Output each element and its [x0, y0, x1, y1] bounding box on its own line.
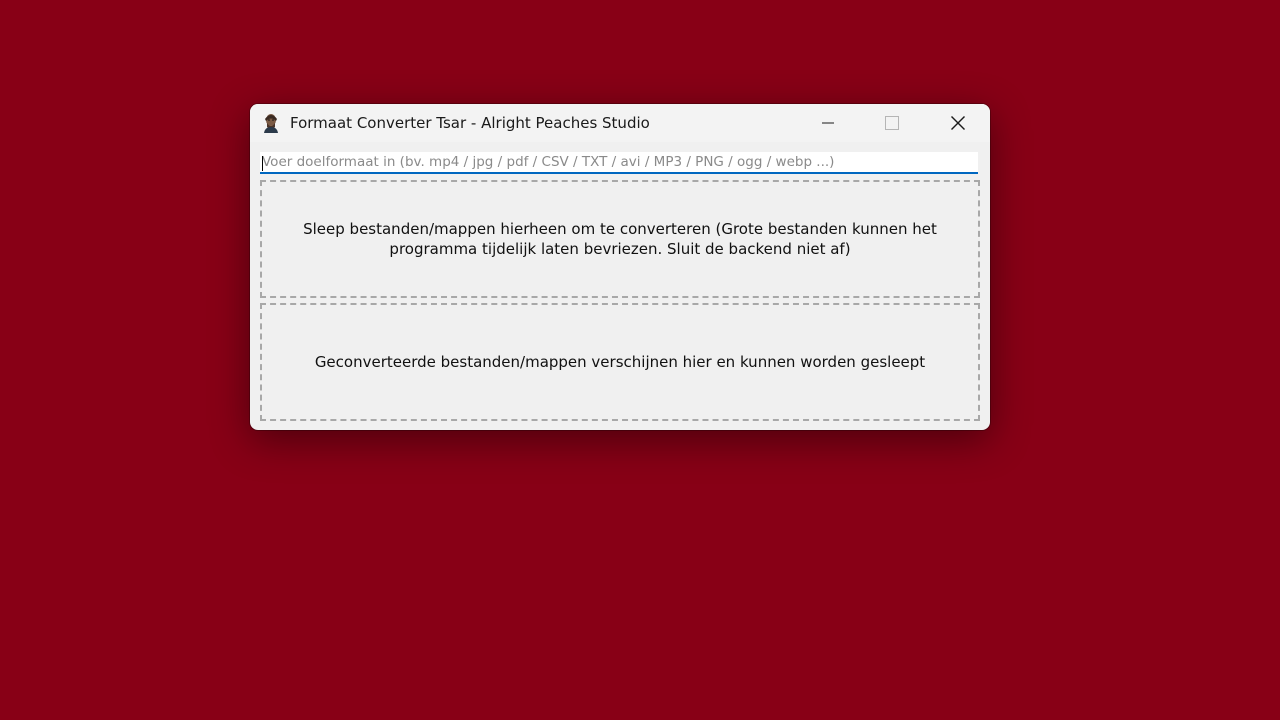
input-drop-zone-label: Sleep bestanden/mappen hierheen om te co…	[303, 220, 937, 258]
text-caret	[262, 156, 263, 171]
target-format-input[interactable]	[260, 152, 978, 174]
title-bar[interactable]: Formaat Converter Tsar - Alright Peaches…	[250, 104, 990, 142]
input-drop-zone[interactable]: Sleep bestanden/mappen hierheen om te co…	[260, 180, 980, 298]
maximize-icon	[885, 116, 899, 130]
close-icon	[951, 116, 965, 130]
minimize-button[interactable]	[796, 104, 860, 142]
output-drop-zone[interactable]: Geconverteerde bestanden/mappen verschij…	[260, 303, 980, 421]
tsar-portrait-icon	[262, 113, 280, 133]
maximize-button[interactable]	[860, 104, 924, 142]
window-title: Formaat Converter Tsar - Alright Peaches…	[290, 114, 650, 132]
output-drop-zone-label: Geconverteerde bestanden/mappen verschij…	[314, 353, 926, 371]
app-window: Formaat Converter Tsar - Alright Peaches…	[250, 104, 990, 430]
close-button[interactable]	[926, 104, 990, 142]
minimize-icon	[822, 117, 834, 129]
